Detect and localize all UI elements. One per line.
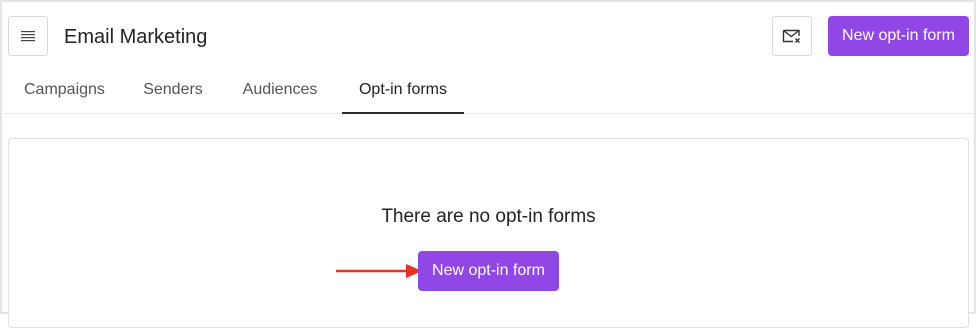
tab-opt-in-forms[interactable]: Opt-in forms — [342, 68, 464, 114]
tab-senders[interactable]: Senders — [143, 68, 203, 114]
tab-campaigns[interactable]: Campaigns — [24, 68, 105, 114]
mail-action-button[interactable] — [772, 16, 812, 56]
empty-state-message: There are no opt-in forms — [381, 206, 596, 227]
annotation-arrow-icon — [336, 264, 422, 278]
mail-unsubscribe-icon — [782, 29, 800, 43]
empty-state-card: There are no opt-in forms New opt-in for… — [8, 138, 969, 328]
app-window: Email Marketing New opt-in form Campaign… — [0, 0, 976, 328]
new-opt-in-form-button[interactable]: New opt-in form — [828, 16, 969, 56]
hamburger-menu-icon — [21, 31, 35, 42]
page-title: Email Marketing — [64, 26, 208, 48]
empty-state-new-opt-in-form-button[interactable]: New opt-in form — [418, 251, 559, 291]
menu-button[interactable] — [8, 16, 48, 56]
tab-bar: Campaigns Senders Audiences Opt-in forms — [4, 68, 976, 114]
tab-audiences[interactable]: Audiences — [242, 68, 318, 114]
